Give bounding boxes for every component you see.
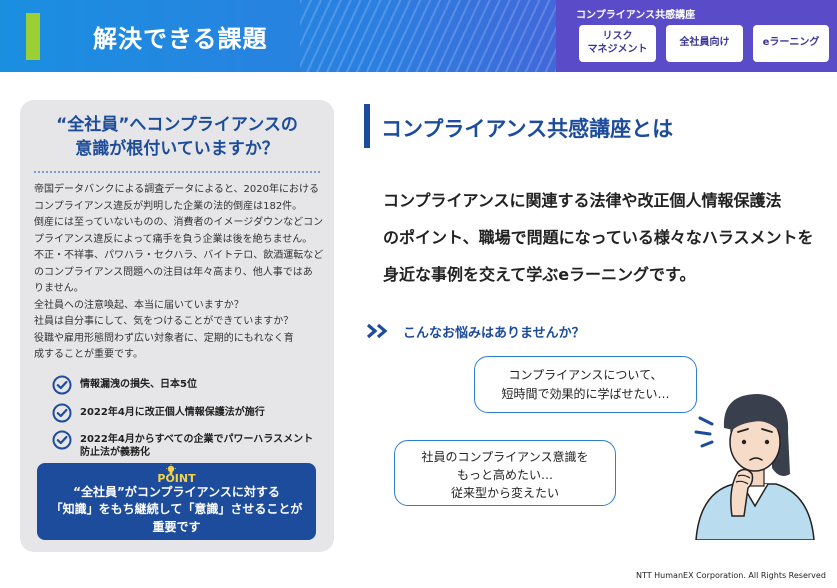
- page-title: 解決できる課題: [93, 25, 268, 53]
- tag-all-employees: 全社員向け: [666, 25, 743, 62]
- check-circle-icon: [52, 403, 72, 423]
- body-line: 役職や雇用形態問わず広い対象者に、定期的にもれなく育: [34, 332, 294, 344]
- body-line: のコンプライアンス問題への注目は年々高まり、他人事ではあ: [34, 266, 313, 278]
- worried-person-illustration: [694, 394, 815, 540]
- course-info-box: コンプライアンス共感講座 リスク マネジメント 全社員向け eラーニング: [556, 0, 837, 72]
- speech-bubble: コンプライアンスについて、 短時間で効果的に学ばせたい…: [474, 356, 697, 413]
- body-line: 帝国データバンクによる調査データによると、2020年における: [34, 184, 319, 195]
- bubble-line: 短時間で効果的に学ばせたい…: [501, 386, 670, 401]
- slide: 解決できる課題 コンプライアンス共感講座 リスク マネジメント 全社員向け eラ…: [0, 0, 837, 588]
- course-title: コンプライアンス共感講座: [576, 10, 696, 21]
- point-box: POINT “全社員”がコンプライアンスに対する 「知識」をもち継続して「意識」…: [37, 463, 316, 540]
- tag-risk-management: リスク マネジメント: [579, 25, 656, 62]
- left-body-text: 帝国データバンクによる調査データによると、2020年における コンプライアンス違…: [34, 182, 326, 364]
- check-item: 2022年4月に改正個人情報保護法が施行: [52, 403, 265, 423]
- header-accent-bar: [26, 13, 40, 60]
- point-text-line: 「知識」をもち継続して「意識」させることが: [50, 502, 303, 517]
- check-circle-icon: [52, 430, 72, 450]
- description-line: コンプライアンスに関連する法律や改正個人情報保護法: [383, 191, 782, 210]
- check-item-text: 2022年4月からすべての企業でパワーハラスメント 防止法が義務化: [80, 434, 314, 458]
- point-text-line: “全社員”がコンプライアンスに対する: [73, 485, 280, 499]
- worry-heading: こんなお悩みはありませんか？: [403, 326, 585, 341]
- description-line: のポイント、職場で問題になっている様々なハラスメントを: [383, 227, 814, 247]
- header-band: 解決できる課題 コンプライアンス共感講座 リスク マネジメント 全社員向け eラ…: [0, 0, 837, 72]
- tag-elearning: eラーニング: [753, 25, 829, 62]
- check-item-text: 2022年4月に改正個人情報保護法が施行: [80, 407, 265, 418]
- point-text: “全社員”がコンプライアンスに対する 「知識」をもち継続して「意識」させることが…: [37, 484, 316, 536]
- check-item: 情報漏洩の損失、日本5位: [52, 375, 197, 395]
- bubble-line: もっと高めたい…: [456, 468, 553, 482]
- course-description: コンプライアンスに関連する法律や改正個人情報保護法 のポイント、職場で問題になっ…: [383, 183, 814, 293]
- body-line: 社員は自分事にして、気をつけることができていますか？: [34, 316, 294, 327]
- body-line: 全社員への注意喚起、本当に届いていますか？: [34, 299, 244, 311]
- check-item-text: 情報漏洩の損失、日本5位: [80, 379, 197, 390]
- section-accent-bar: [364, 104, 370, 148]
- double-chevron-right-icon: [366, 323, 388, 339]
- speech-bubble: 社員のコンプライアンス意識を もっと高めたい… 従来型から変えたい: [394, 440, 616, 506]
- description-line: 身近な事例を交えて学ぶeラーニングです。: [383, 264, 696, 284]
- section-title: コンプライアンス共感講座とは: [381, 117, 674, 141]
- left-heading: “全社員”へコンプライアンスの 意識が根付いていますか？: [20, 114, 334, 162]
- body-line: コンプライアンス違反が判明した企業の法的倒産は182件。: [34, 200, 303, 212]
- body-line: 成することが重要です。: [34, 349, 143, 360]
- body-line: 不正・不祥事、パワハラ・セクハラ、バイトテロ、飲酒運転など: [34, 250, 324, 261]
- body-line: りません。: [34, 283, 84, 294]
- bubble-line: 社員のコンプライアンス意識を: [421, 450, 589, 464]
- left-panel: “全社員”へコンプライアンスの 意識が根付いていますか？ 帝国データバンクによる…: [20, 100, 334, 552]
- copyright: NTT HumanEX Corporation. All Rights Rese…: [636, 571, 826, 580]
- point-text-line: 重要です: [152, 519, 201, 534]
- bubble-line: 従来型から変えたい: [450, 486, 559, 500]
- body-line: 倒産には至っていないものの、消費者のイメージダウンなどコン: [34, 217, 324, 228]
- left-heading-line: “全社員”へコンプライアンスの: [56, 115, 298, 135]
- check-item: 2022年4月からすべての企業でパワーハラスメント 防止法が義務化: [52, 430, 313, 459]
- header-stripe-decoration: [300, 0, 560, 72]
- left-heading-line: 意識が根付いていますか？: [75, 138, 279, 159]
- dotted-divider: [34, 171, 320, 173]
- bubble-line: コンプライアンスについて、: [508, 368, 663, 382]
- check-circle-icon: [52, 375, 72, 395]
- body-line: プライアンス違反によって痛手を負う企業は後を絶ちません。: [34, 233, 313, 245]
